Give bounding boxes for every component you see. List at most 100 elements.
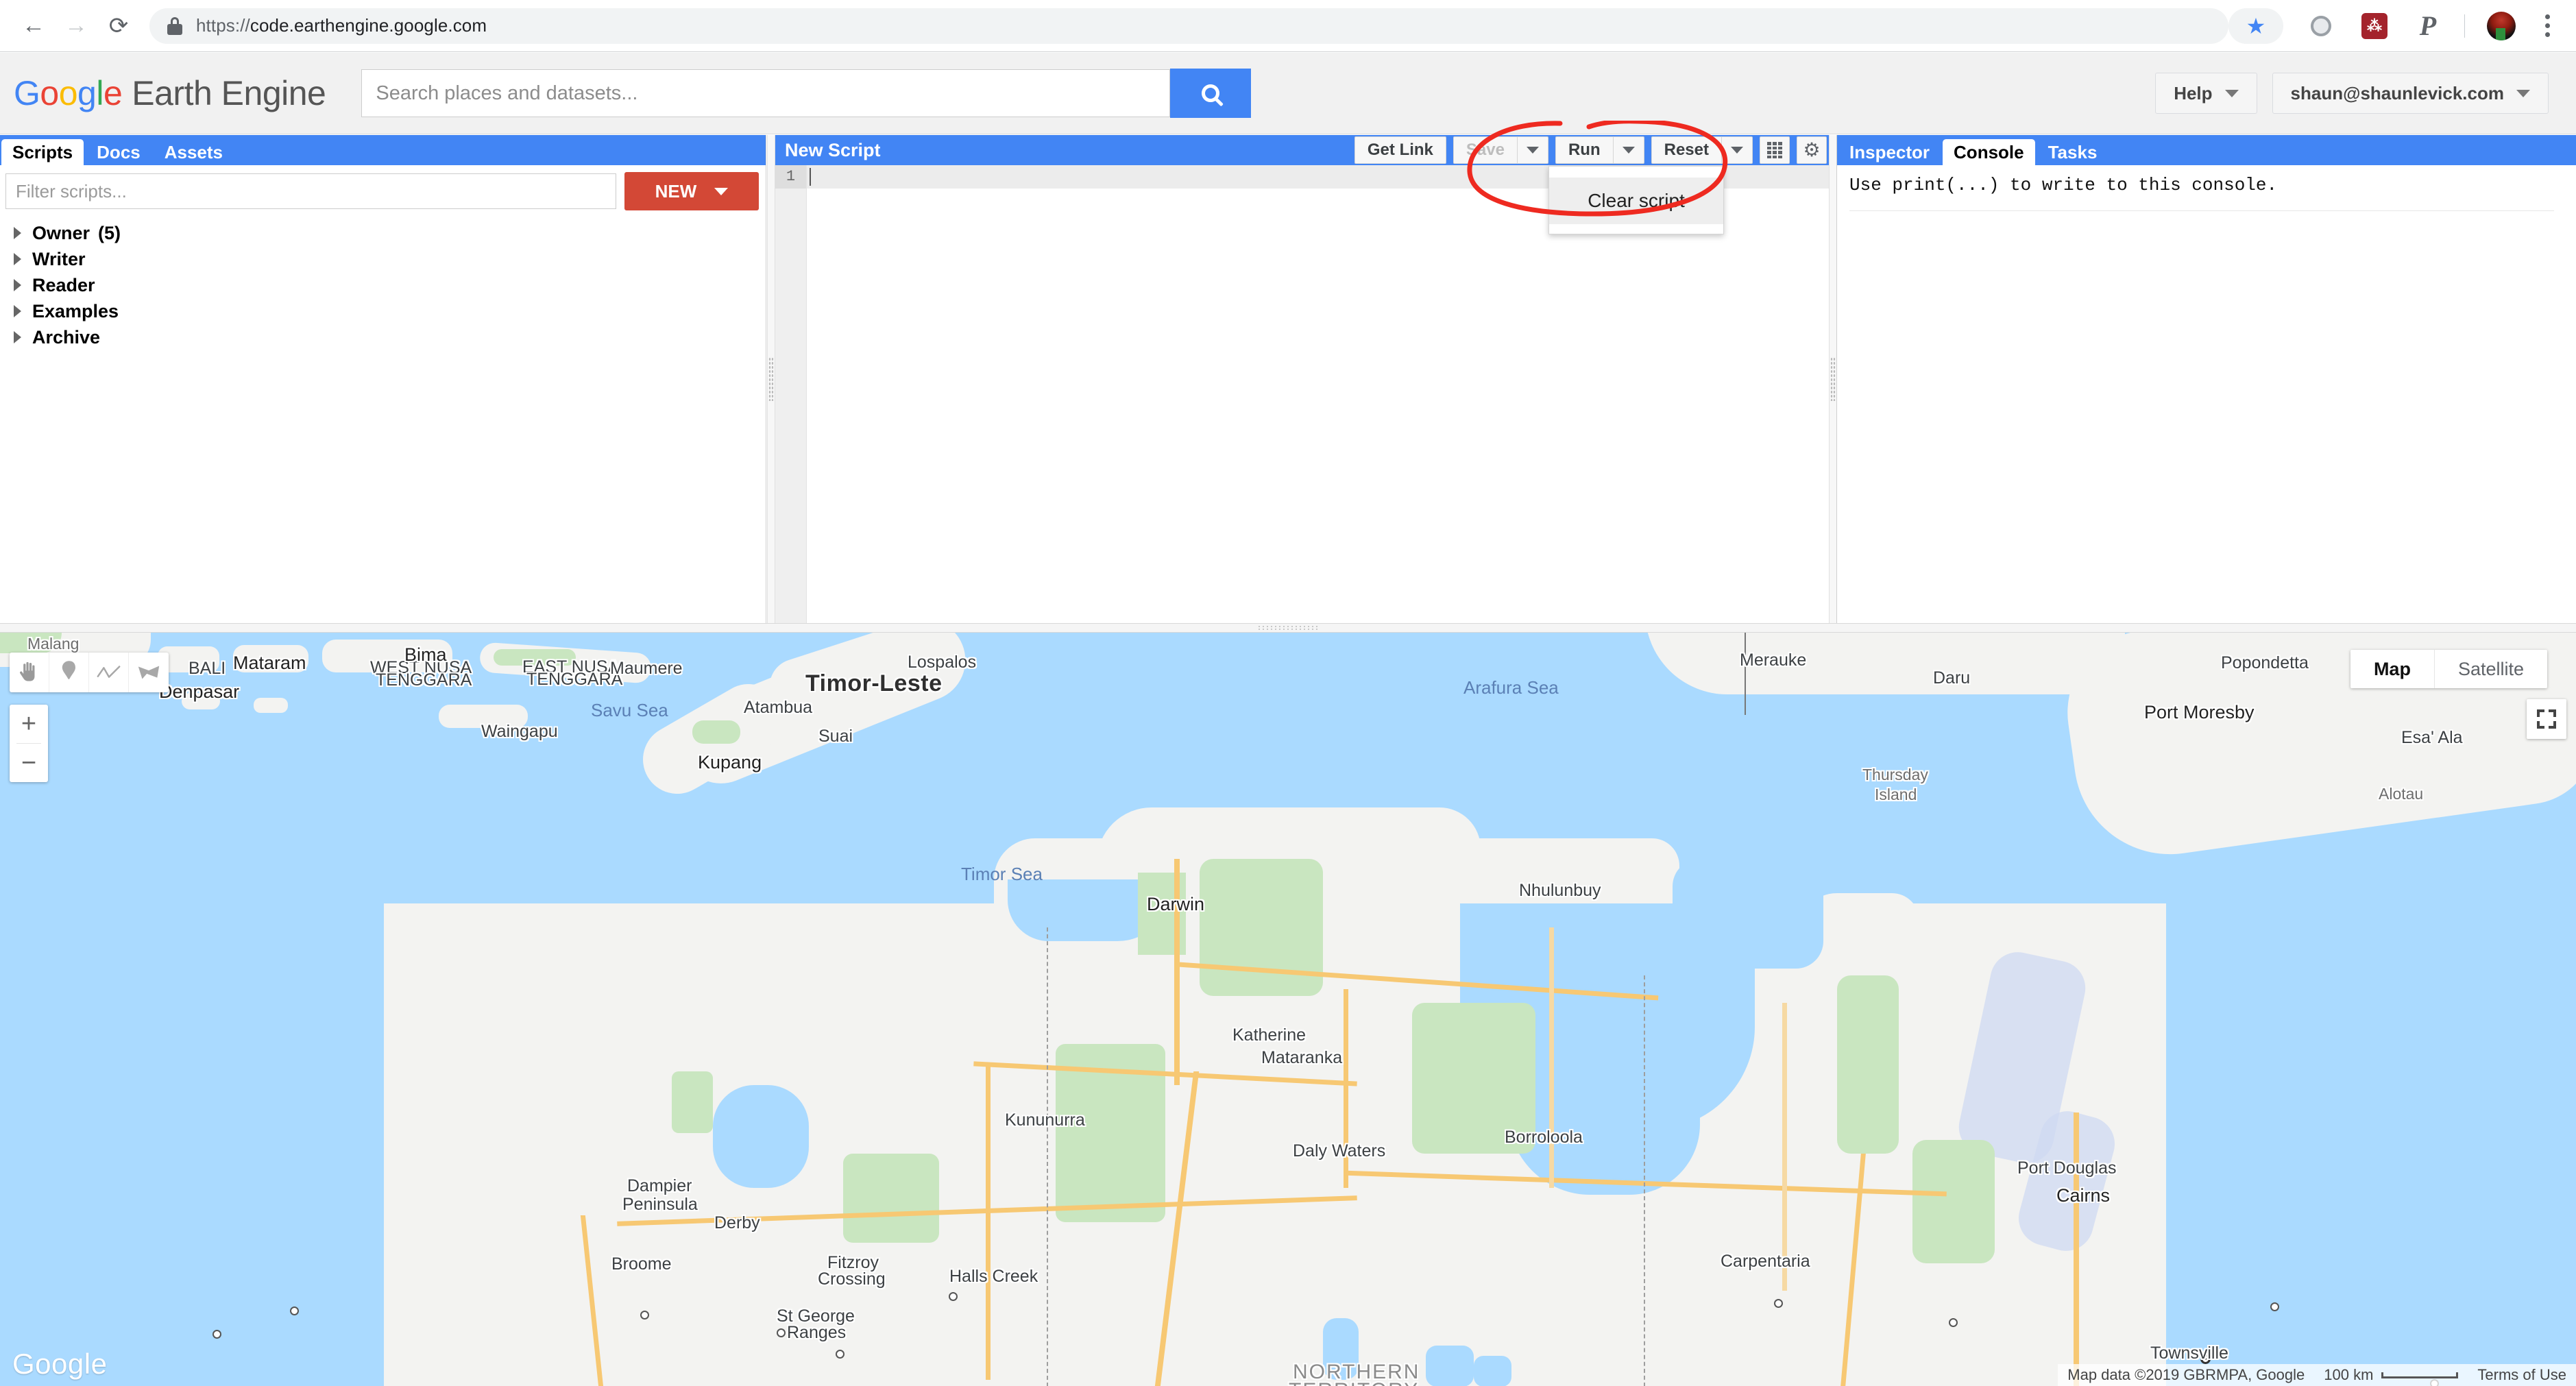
map-place-label: Dampier [627, 1176, 692, 1195]
star-icon: ★ [2246, 13, 2266, 38]
map-scale: 100 km [2314, 1364, 2468, 1386]
map-type-satellite-button[interactable]: Satellite [2435, 650, 2547, 688]
browser-nav-buttons: ← → ⟳ [0, 5, 140, 47]
fullscreen-icon[interactable] [2527, 699, 2566, 739]
right-panel-tabs: Inspector Console Tasks [1837, 135, 2576, 165]
tree-item-examples[interactable]: Examples [10, 298, 766, 324]
extension-p-icon[interactable]: P [2407, 5, 2449, 47]
city-dot-atambua [777, 1328, 786, 1337]
header-right-actions: Help shaun@shaunlevick.com [2155, 73, 2576, 114]
account-button[interactable]: shaun@shaunlevick.com [2272, 73, 2549, 114]
console-body: Use print(...) to write to this console. [1837, 165, 2576, 211]
map-place-label: Denpasar [159, 681, 240, 702]
get-link-button[interactable]: Get Link [1354, 136, 1446, 164]
tree-item-archive[interactable]: Archive [10, 324, 766, 350]
tree-item-count: (5) [98, 222, 121, 243]
tree-item-reader[interactable]: Reader [10, 272, 766, 298]
reset-button[interactable]: Reset [1651, 136, 1721, 164]
tree-item-owner[interactable]: Owner (5) [10, 220, 766, 246]
map-canvas[interactable]: Arafura Sea Savu Sea Timor Sea Malang BALI M… [0, 633, 2576, 1386]
tab-inspector[interactable]: Inspector [1838, 139, 1941, 165]
map-place-label: TERRITORY [1289, 1379, 1419, 1386]
avatar[interactable] [2480, 5, 2523, 47]
apps-grid-icon[interactable] [1760, 136, 1790, 164]
logo-letter: l [96, 74, 104, 112]
map-place-label: Carpentaria [1721, 1252, 1810, 1271]
save-dropdown-button[interactable] [1516, 136, 1548, 164]
pan-hand-icon[interactable] [10, 653, 49, 692]
tab-label: Console [1954, 141, 2024, 162]
sea-label: Savu Sea [591, 700, 668, 720]
map-attribution-bar: Map data ©2019 GBRMPA, Google 100 km Ter… [2058, 1364, 2576, 1386]
search-icon [1202, 84, 1220, 102]
tab-tasks[interactable]: Tasks [2037, 139, 2109, 165]
logo-letter: g [77, 74, 97, 112]
tab-assets[interactable]: Assets [154, 139, 234, 165]
reset-dropdown-button[interactable] [1721, 136, 1753, 164]
product-name: Earth Engine [132, 74, 326, 112]
gear-icon[interactable]: ⚙ [1797, 136, 1827, 164]
map-type-map-button[interactable]: Map [2350, 650, 2435, 688]
address-bar[interactable]: https://code.earthengine.google.com [149, 8, 2228, 44]
search-input[interactable] [361, 69, 1171, 117]
horizontal-splitter[interactable] [0, 623, 2576, 633]
forward-arrow-icon[interactable]: → [55, 5, 97, 47]
extension-mendeley-icon[interactable]: ⁂ [2353, 5, 2396, 47]
water-lake [1474, 1356, 1511, 1386]
map-place-label: Peninsula [622, 1195, 698, 1214]
google-watermark: Google [12, 1348, 108, 1380]
map-type-label: Map [2373, 658, 2411, 679]
reload-icon[interactable]: ⟳ [97, 5, 140, 47]
road-bruce-hwy [2074, 1113, 2079, 1386]
map-place-label: Crossing [818, 1269, 886, 1289]
global-search [361, 69, 1252, 118]
tab-scripts[interactable]: Scripts [1, 139, 84, 165]
tab-docs[interactable]: Docs [86, 139, 151, 165]
map-place-label: Mataram [233, 653, 306, 673]
menu-padding [1549, 167, 1723, 178]
scale-label: 100 km [2324, 1366, 2374, 1383]
editor-toolbar: New Script Get Link Save Run Reset ⚙ [775, 135, 1831, 165]
extension-circle-icon[interactable] [2300, 5, 2342, 47]
back-arrow-icon[interactable]: ← [12, 5, 55, 47]
map-drawing-tools [10, 653, 169, 692]
filter-scripts-input[interactable] [5, 173, 616, 209]
map-place-label: Ranges [787, 1323, 847, 1342]
map-place-label: Lospalos [908, 653, 977, 672]
zoom-out-button[interactable]: − [10, 744, 48, 782]
workspace-panels: Scripts Docs Assets NEW Owner (5) Writer … [0, 135, 2576, 623]
zoom-in-label: + [21, 709, 37, 738]
chevron-down-icon [2224, 89, 2239, 97]
bookmark-star-button[interactable]: ★ [2228, 8, 2283, 44]
splitter-grip [768, 357, 774, 401]
run-button[interactable]: Run [1555, 136, 1613, 164]
save-label: Save [1466, 141, 1505, 159]
chevron-right-icon [14, 227, 21, 239]
tab-label: Tasks [2048, 141, 2098, 162]
polygon-icon[interactable] [129, 653, 169, 692]
zoom-in-button[interactable]: + [10, 705, 48, 743]
map-place-label: Thursday [1862, 766, 1928, 783]
map-place-label: Port Moresby [2144, 702, 2255, 722]
more-options-icon[interactable] [2528, 5, 2566, 47]
tree-item-label: Writer [32, 248, 86, 269]
panel-splitter-left[interactable] [767, 135, 775, 623]
tree-item-writer[interactable]: Writer [10, 246, 766, 272]
map-place-label: Daru [1933, 668, 1971, 688]
marker-pin-icon[interactable] [49, 653, 89, 692]
browser-toolbar: ← → ⟳ https://code.earthengine.google.co… [0, 0, 2576, 52]
tree-item-label: Reader [32, 274, 95, 295]
new-script-button[interactable]: NEW [624, 172, 759, 210]
search-button[interactable] [1170, 69, 1252, 118]
menu-item-clear-script[interactable]: Clear script [1549, 178, 1723, 224]
filter-row: NEW [0, 165, 766, 210]
run-dropdown-button[interactable] [1612, 136, 1644, 164]
help-button[interactable]: Help [2155, 73, 2257, 114]
terms-of-use-link[interactable]: Terms of Use [2468, 1364, 2576, 1386]
polyline-icon[interactable] [89, 653, 129, 692]
save-button[interactable]: Save [1453, 136, 1517, 164]
line-number: 1 [775, 165, 806, 189]
editor-toolbar-buttons: Get Link Save Run Reset ⚙ [1354, 136, 1827, 164]
tab-console[interactable]: Console [1943, 139, 2035, 165]
map-place-label: Waingapu [481, 722, 558, 741]
